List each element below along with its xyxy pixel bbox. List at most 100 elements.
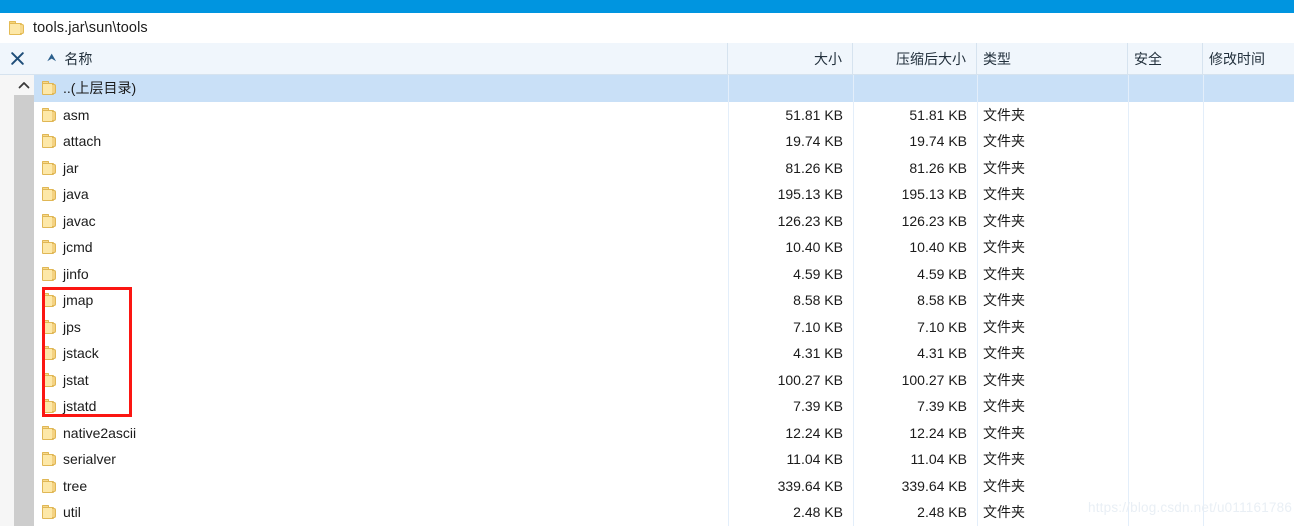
- compressed-label: 4.59 KB: [917, 265, 967, 282]
- folder-icon: [42, 346, 57, 361]
- sort-ascending-icon[interactable]: ⮝: [47, 53, 56, 64]
- cell-type: 文件夹: [977, 128, 1128, 155]
- column-header-modified[interactable]: 修改时间: [1203, 43, 1294, 75]
- cell-security: [1128, 208, 1203, 235]
- cell-name: ..(上层目录): [34, 75, 728, 102]
- folder-icon: [42, 107, 57, 122]
- table-row[interactable]: jps 7.10 KB 7.10 KB 文件夹: [34, 313, 1294, 340]
- size-label: 51.81 KB: [785, 106, 843, 123]
- table-row[interactable]: jstack 4.31 KB 4.31 KB 文件夹: [34, 340, 1294, 367]
- scrollbar-thumb[interactable]: [14, 95, 34, 526]
- cell-type: 文件夹: [977, 261, 1128, 288]
- file-name-label: jstack: [63, 345, 99, 362]
- column-header-name[interactable]: ⮝ 名称: [34, 43, 728, 75]
- cell-security: [1128, 340, 1203, 367]
- table-row[interactable]: jmap 8.58 KB 8.58 KB 文件夹: [34, 287, 1294, 314]
- cell-modified: [1203, 155, 1294, 182]
- current-path[interactable]: tools.jar\sun\tools: [33, 20, 148, 36]
- scroll-up-button[interactable]: [14, 75, 34, 95]
- cell-compressed: 4.31 KB: [853, 340, 977, 367]
- cell-security: [1128, 128, 1203, 155]
- column-header-size[interactable]: 大小: [728, 43, 853, 75]
- cell-security: [1128, 367, 1203, 394]
- type-label: 文件夹: [983, 424, 1025, 441]
- file-name-label: asm: [63, 106, 90, 123]
- type-label: 文件夹: [983, 239, 1025, 256]
- file-name-label: jstatd: [63, 398, 97, 415]
- file-name-label: native2ascii: [63, 424, 137, 441]
- cell-name: jstatd: [34, 393, 728, 420]
- table-row[interactable]: jstatd 7.39 KB 7.39 KB 文件夹: [34, 393, 1294, 420]
- cell-compressed: 126.23 KB: [853, 208, 977, 235]
- file-name-label: jstat: [63, 371, 89, 388]
- size-label: 100.27 KB: [777, 371, 843, 388]
- folder-icon: [42, 187, 57, 202]
- table-row[interactable]: tree 339.64 KB 339.64 KB 文件夹: [34, 472, 1294, 500]
- close-icon: [10, 52, 24, 65]
- cell-type: 文件夹: [977, 446, 1128, 473]
- compressed-label: 10.40 KB: [909, 239, 967, 256]
- cell-security: [1128, 75, 1203, 102]
- cell-security: [1128, 234, 1203, 261]
- table-row[interactable]: ..(上层目录): [34, 75, 1294, 102]
- table-row[interactable]: attach 19.74 KB 19.74 KB 文件夹: [34, 128, 1294, 155]
- table-row[interactable]: jstat 100.27 KB 100.27 KB 文件夹: [34, 366, 1294, 394]
- folder-icon: [42, 478, 57, 493]
- table-row[interactable]: native2ascii 12.24 KB 12.24 KB 文件夹: [34, 419, 1294, 447]
- cell-name: javac: [34, 208, 728, 235]
- folder-icon: [42, 266, 57, 281]
- cell-compressed: 12.24 KB: [853, 420, 977, 447]
- type-label: 文件夹: [983, 477, 1025, 494]
- file-name-label: java: [63, 186, 89, 203]
- file-name-label: tree: [63, 477, 88, 494]
- table-row[interactable]: jar 81.26 KB 81.26 KB 文件夹: [34, 154, 1294, 182]
- cell-name: serialver: [34, 446, 728, 473]
- cell-modified: [1203, 261, 1294, 288]
- cell-type: 文件夹: [977, 393, 1128, 420]
- type-label: 文件夹: [983, 212, 1025, 229]
- file-name-label: ..(上层目录): [63, 80, 137, 97]
- table-row[interactable]: jinfo 4.59 KB 4.59 KB 文件夹: [34, 260, 1294, 288]
- column-header-compressed[interactable]: 压缩后大小: [853, 43, 977, 75]
- title-accent-bar: [0, 0, 1294, 13]
- cell-name: jar: [34, 155, 728, 182]
- table-row[interactable]: java 195.13 KB 195.13 KB 文件夹: [34, 181, 1294, 208]
- table-row[interactable]: javac 126.23 KB 126.23 KB 文件夹: [34, 207, 1294, 235]
- cell-security: [1128, 393, 1203, 420]
- folder-icon: [42, 293, 57, 308]
- cell-modified: [1203, 393, 1294, 420]
- table-row[interactable]: serialver 11.04 KB 11.04 KB 文件夹: [34, 446, 1294, 473]
- column-header-compressed-label: 压缩后大小: [896, 50, 966, 67]
- compressed-label: 51.81 KB: [909, 106, 967, 123]
- size-label: 11.04 KB: [786, 451, 843, 468]
- folder-icon: [9, 21, 25, 35]
- cell-compressed: 339.64 KB: [853, 473, 977, 500]
- folder-icon: [42, 372, 57, 387]
- size-label: 12.24 KB: [785, 424, 843, 441]
- cell-type: 文件夹: [977, 420, 1128, 447]
- size-label: 10.40 KB: [785, 239, 843, 256]
- cell-name: util: [34, 499, 728, 526]
- file-name-label: jinfo: [63, 265, 89, 282]
- table-row[interactable]: asm 51.81 KB 51.81 KB 文件夹: [34, 101, 1294, 129]
- file-name-label: javac: [63, 212, 96, 229]
- cell-name: jstat: [34, 367, 728, 394]
- close-button[interactable]: [0, 43, 34, 75]
- file-name-label: jar: [63, 159, 79, 176]
- cell-type: 文件夹: [977, 340, 1128, 367]
- cell-security: [1128, 102, 1203, 129]
- column-header-name-label: 名称: [64, 50, 93, 67]
- column-header-type[interactable]: 类型: [977, 43, 1128, 75]
- size-label: 126.23 KB: [777, 212, 843, 229]
- cell-security: [1128, 287, 1203, 314]
- column-header-security[interactable]: 安全: [1128, 43, 1203, 75]
- column-header-type-label: 类型: [983, 50, 1011, 67]
- cell-modified: [1203, 446, 1294, 473]
- size-label: 19.74 KB: [785, 133, 843, 150]
- cell-compressed: [853, 75, 977, 102]
- type-label: 文件夹: [983, 265, 1025, 282]
- compressed-label: 100.27 KB: [901, 371, 967, 388]
- file-list: ⮝ 名称 大小 压缩后大小 类型 安全 修改时间 ..(上层目录) asm 51.8…: [34, 43, 1294, 526]
- compressed-label: 81.26 KB: [909, 159, 967, 176]
- table-row[interactable]: jcmd 10.40 KB 10.40 KB 文件夹: [34, 234, 1294, 261]
